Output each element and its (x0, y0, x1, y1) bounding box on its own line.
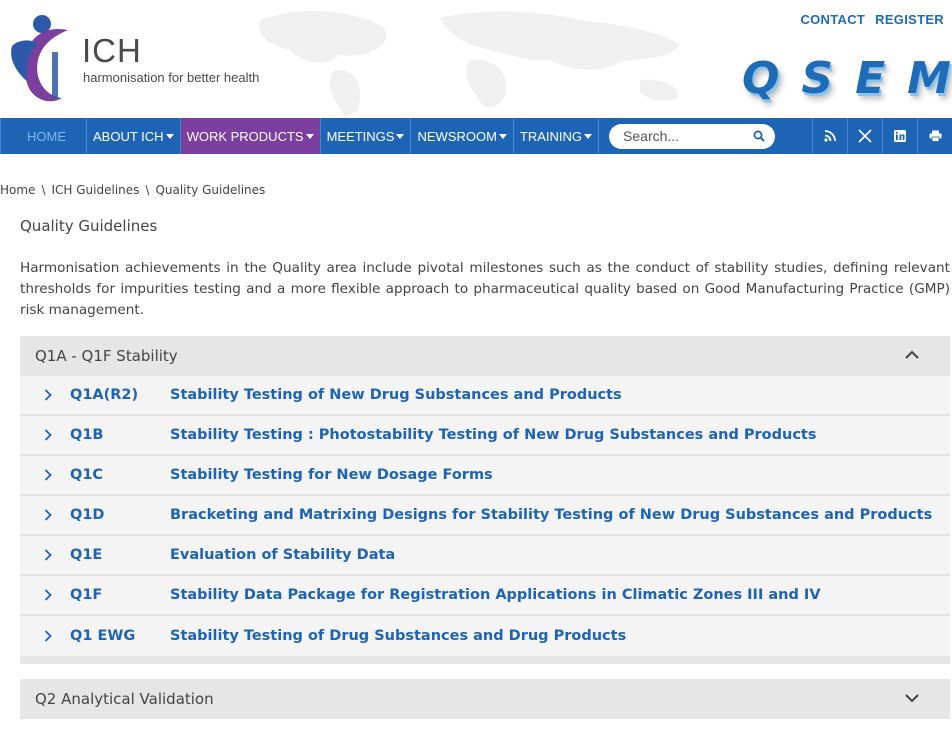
nav-meetings[interactable]: MEETINGS (321, 118, 412, 154)
breadcrumb-current: Quality Guidelines (155, 183, 266, 197)
nav-meetings-label: MEETINGS (326, 128, 395, 144)
chevron-right-icon (20, 469, 70, 481)
chevron-right-icon (20, 389, 70, 401)
list-item[interactable]: Q1A(R2) Stability Testing of New Drug Su… (20, 376, 950, 416)
x-icon[interactable] (847, 118, 882, 154)
breadcrumb-home[interactable]: Home (0, 183, 35, 197)
caret-down-icon (165, 133, 174, 139)
linkedin-icon[interactable] (882, 118, 917, 154)
guideline-title[interactable]: Stability Testing for New Dosage Forms (170, 467, 950, 483)
ich-logo-mark-icon (11, 15, 68, 102)
list-item[interactable]: Q1F Stability Data Package for Registrat… (20, 576, 950, 616)
list-item[interactable]: Q1B Stability Testing : Photostability T… (20, 416, 950, 456)
rss-icon[interactable] (812, 118, 847, 154)
logo-text: ICH (82, 32, 142, 69)
print-icon[interactable] (917, 118, 952, 154)
breadcrumb-separator: \ (41, 183, 46, 197)
nav-training-label: TRAINING (519, 128, 583, 144)
guideline-code: Q1E (70, 547, 103, 563)
guideline-code: Q1A(R2) (70, 387, 139, 403)
nav-about-ich-label: ABOUT ICH (93, 128, 164, 144)
breadcrumb-ich-guidelines[interactable]: ICH Guidelines (51, 183, 139, 197)
nav-training[interactable]: TRAINING (514, 118, 600, 154)
intro-paragraph: Harmonisation achievements in the Qualit… (20, 260, 950, 318)
world-map-background (259, 10, 680, 118)
nav-about-ich[interactable]: ABOUT ICH (87, 118, 181, 154)
search-input[interactable] (623, 128, 744, 144)
main-nav: HOME ABOUT ICH WORK PRODUCTS MEETINGS NE… (0, 118, 952, 154)
list-item[interactable]: Q1E Evaluation of Stability Data (20, 536, 950, 576)
guideline-code: Q1 EWG (70, 628, 136, 644)
chevron-right-icon (20, 549, 70, 561)
accordion-header-q2[interactable]: Q2 Analytical Validation (20, 679, 950, 719)
qsem-letter-s: S (801, 53, 834, 104)
nav-work-products[interactable]: WORK PRODUCTS (180, 118, 321, 154)
guideline-title[interactable]: Stability Testing of New Drug Substances… (170, 387, 950, 403)
accordion-body-q1: Q1A(R2) Stability Testing of New Drug Su… (20, 376, 950, 664)
chevron-right-icon (20, 630, 70, 642)
ich-logo[interactable] (8, 12, 288, 104)
chevron-up-icon (905, 350, 919, 359)
list-item[interactable]: Q1D Bracketing and Matrixing Designs for… (20, 496, 950, 536)
accordion-title: Q2 Analytical Validation (35, 690, 214, 708)
qsem-banner[interactable]: Q S E M (742, 55, 951, 103)
nav-work-products-label: WORK PRODUCTS (186, 128, 304, 144)
caret-down-icon (498, 133, 507, 139)
contact-link[interactable]: CONTACT (800, 12, 865, 27)
top-links: CONTACT REGISTER (800, 12, 944, 27)
nav-home[interactable]: HOME (0, 118, 87, 154)
accordion-header-q1[interactable]: Q1A - Q1F Stability (20, 336, 950, 376)
chevron-right-icon (20, 589, 70, 601)
guideline-code: Q1D (70, 507, 105, 523)
qsem-letter-m: M (907, 53, 951, 104)
guideline-code: Q1B (70, 427, 104, 443)
caret-down-icon (396, 133, 405, 139)
caret-down-icon (305, 133, 314, 139)
nav-newsroom-label: NEWSROOM (417, 128, 497, 144)
list-item[interactable]: Q1 EWG Stability Testing of Drug Substan… (20, 616, 950, 656)
search-icon[interactable] (753, 130, 765, 142)
guideline-code: Q1F (70, 587, 103, 603)
chevron-down-icon (905, 694, 919, 703)
search-box (609, 123, 776, 149)
guideline-code: Q1C (70, 467, 104, 483)
qsem-letter-q: Q (742, 53, 780, 104)
nav-newsroom[interactable]: NEWSROOM (411, 118, 514, 154)
guideline-title[interactable]: Stability Testing of Drug Substances and… (170, 628, 950, 644)
chevron-right-icon (20, 509, 70, 521)
caret-down-icon (584, 133, 593, 139)
accordion-title: Q1A - Q1F Stability (35, 347, 178, 365)
qsem-letter-e: E (855, 53, 886, 104)
list-item[interactable]: Q1C Stability Testing for New Dosage For… (20, 456, 950, 496)
site-header: ICH harmonisation for better health CONT… (0, 0, 952, 118)
logo-tagline: harmonisation for better health (83, 70, 260, 85)
page-title: Quality Guidelines (20, 217, 158, 235)
chevron-right-icon (20, 429, 70, 441)
guideline-title[interactable]: Stability Testing : Photostability Testi… (170, 427, 950, 443)
guideline-title[interactable]: Evaluation of Stability Data (170, 547, 950, 563)
guideline-title[interactable]: Stability Data Package for Registration … (170, 587, 950, 603)
breadcrumb: Home \ ICH Guidelines \ Quality Guidelin… (0, 183, 265, 197)
guideline-title[interactable]: Bracketing and Matrixing Designs for Sta… (170, 507, 950, 523)
social-links (812, 118, 952, 154)
breadcrumb-separator: \ (145, 183, 150, 197)
register-link[interactable]: REGISTER (875, 12, 944, 27)
